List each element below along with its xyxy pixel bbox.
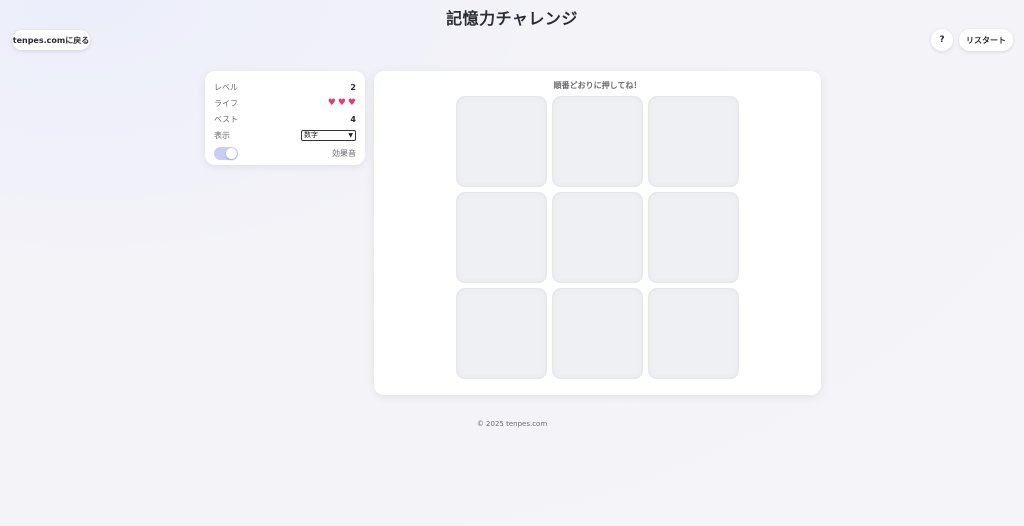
stats-panel: レベル 2 ライフ ♥ ♥ ♥ ベスト 4 表示 数字 ▼ 効果音 xyxy=(205,71,365,165)
memory-tile[interactable] xyxy=(648,96,739,187)
best-row: ベスト 4 xyxy=(214,111,356,127)
memory-tile[interactable] xyxy=(456,288,547,379)
page-title: 記憶力チャレンジ xyxy=(446,9,578,28)
toggle-knob xyxy=(226,147,237,159)
sound-toggle[interactable] xyxy=(214,146,238,160)
level-label: レベル xyxy=(214,82,238,92)
memory-tile[interactable] xyxy=(456,192,547,283)
memory-tile[interactable] xyxy=(552,96,643,187)
help-button[interactable]: ? xyxy=(931,29,953,51)
footer-copyright: © 2025 tenpes.com xyxy=(476,420,548,428)
life-label: ライフ xyxy=(214,98,238,108)
chevron-down-icon: ▼ xyxy=(348,131,353,139)
memory-tile[interactable] xyxy=(648,192,739,283)
display-row: 表示 数字 ▼ xyxy=(214,127,356,143)
memory-tile[interactable] xyxy=(552,288,643,379)
game-board: 順番どおりに押してね！ xyxy=(374,71,821,395)
memory-tile[interactable] xyxy=(648,288,739,379)
level-value: 2 xyxy=(350,82,356,92)
display-label: 表示 xyxy=(214,130,230,140)
display-mode-select[interactable]: 数字 ▼ xyxy=(301,129,356,141)
memory-tile[interactable] xyxy=(456,96,547,187)
display-mode-value: 数字 xyxy=(304,131,318,139)
tile-grid xyxy=(456,96,739,379)
lives-display: ♥ ♥ ♥ xyxy=(327,97,356,108)
restart-button[interactable]: リスタート xyxy=(959,29,1013,51)
memory-tile[interactable] xyxy=(552,192,643,283)
sound-label: 効果音 xyxy=(332,148,356,158)
best-value: 4 xyxy=(350,114,356,124)
back-to-site-button[interactable]: tenpes.comに戻る xyxy=(12,30,90,50)
level-row: レベル 2 xyxy=(214,79,356,95)
heart-icon: ♥ xyxy=(327,97,336,108)
best-label: ベスト xyxy=(214,114,239,124)
sound-row: 効果音 xyxy=(214,145,356,161)
heart-icon: ♥ xyxy=(347,97,356,108)
instruction-text: 順番どおりに押してね！ xyxy=(553,81,642,90)
heart-icon: ♥ xyxy=(337,97,346,108)
life-row: ライフ ♥ ♥ ♥ xyxy=(214,95,356,111)
